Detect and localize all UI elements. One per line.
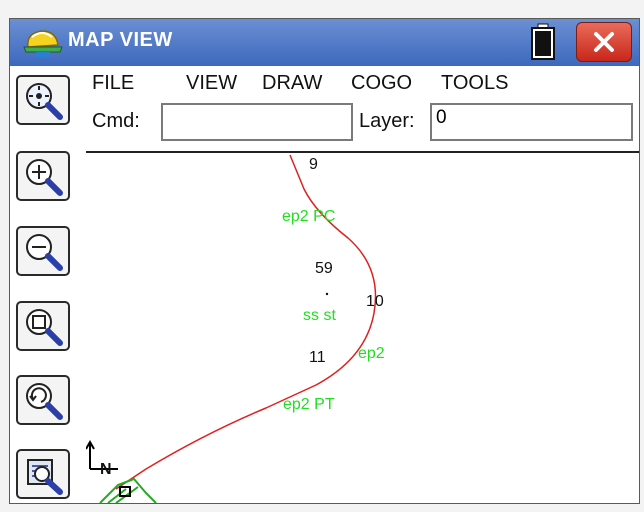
menu-view[interactable]: VIEW — [186, 72, 237, 95]
point-label-ep2: ep2 — [358, 345, 385, 362]
title-bar: MAP VIEW — [10, 19, 639, 66]
menu-file[interactable]: FILE — [92, 72, 134, 95]
zoom-extents-button[interactable] — [16, 75, 70, 125]
zoom-out-icon — [26, 234, 63, 271]
cmd-label: Cmd: — [92, 110, 140, 132]
point-label-10: 10 — [366, 293, 384, 310]
surveyor-helmet-icon — [23, 30, 63, 57]
zoom-window-button[interactable] — [16, 301, 70, 351]
app-window: MAP VIEW FILE VIEW DRAW COGO TOOLS Cmd: … — [9, 18, 640, 504]
layer-label: Layer: — [359, 110, 415, 132]
window-title: MAP VIEW — [68, 29, 173, 51]
north-label: N — [100, 461, 112, 478]
zoom-in-button[interactable] — [16, 151, 70, 201]
command-row: Cmd: Layer: 0 — [86, 100, 639, 150]
zoom-window-icon — [26, 309, 63, 346]
cmd-input[interactable] — [161, 103, 353, 141]
zoom-toolbar — [10, 66, 86, 503]
point-label-ep2-pt: ep2 PT — [283, 396, 335, 413]
close-icon — [594, 32, 614, 52]
zoom-extents-icon — [26, 83, 63, 120]
point-label-9: 9 — [309, 156, 318, 173]
layer-input[interactable]: 0 — [430, 103, 633, 141]
map-drawing — [86, 154, 377, 503]
point-label-11: 11 — [309, 349, 326, 366]
menu-bar: FILE VIEW DRAW COGO TOOLS — [86, 66, 639, 100]
zoom-out-button[interactable] — [16, 226, 70, 276]
zoom-previous-button[interactable] — [16, 375, 70, 425]
map-canvas[interactable]: N 9 ep2 PC 59 10 ss st 11 ep2 ep2 PT — [86, 153, 639, 503]
close-button[interactable] — [576, 22, 632, 62]
menu-draw[interactable]: DRAW — [262, 72, 322, 95]
battery-icon — [531, 23, 555, 60]
screen-options-icon — [27, 459, 63, 495]
point-label-ss-st: ss st — [303, 307, 336, 324]
zoom-in-icon — [26, 159, 63, 196]
menu-cogo[interactable]: COGO — [351, 72, 412, 95]
zoom-previous-icon — [26, 383, 63, 420]
menu-tools[interactable]: TOOLS — [441, 72, 508, 95]
alignment-line — [115, 154, 377, 490]
point-label-59: 59 — [315, 260, 333, 277]
point-label-ep2-pc: ep2 PC — [282, 208, 336, 225]
point-marker — [325, 292, 329, 296]
screen-options-button[interactable] — [16, 449, 70, 499]
linework-icon — [99, 477, 157, 503]
